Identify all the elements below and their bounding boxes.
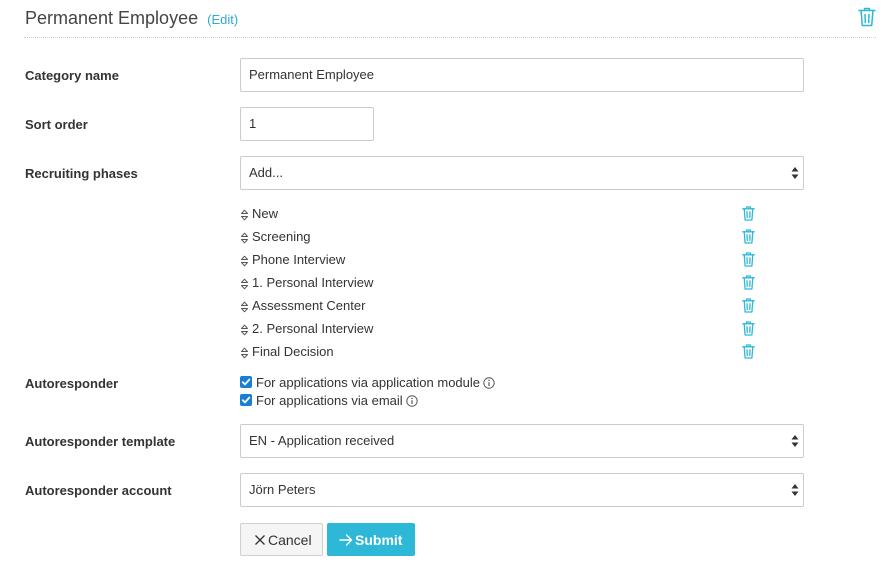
recruiting-phases-select[interactable]: Add... bbox=[240, 156, 804, 190]
phase-item[interactable]: Phone Interview bbox=[240, 251, 760, 271]
trash-icon[interactable] bbox=[742, 206, 755, 221]
autoresponder-template-label: Autoresponder template bbox=[25, 434, 176, 449]
info-icon[interactable] bbox=[405, 395, 418, 407]
sort-order-input[interactable]: 1 bbox=[240, 107, 374, 141]
phase-item-label: 2. Personal Interview bbox=[252, 321, 374, 336]
select-arrows-icon bbox=[791, 484, 799, 496]
autoresponder-template-value: EN - Application received bbox=[249, 433, 395, 448]
submit-button-label: Submit bbox=[355, 532, 403, 548]
trash-icon[interactable] bbox=[742, 298, 755, 313]
recruiting-phases-label: Recruiting phases bbox=[25, 166, 138, 181]
select-arrows-icon bbox=[791, 167, 799, 179]
select-arrows-icon bbox=[791, 435, 799, 447]
trash-icon[interactable] bbox=[742, 321, 755, 336]
phase-item[interactable]: Assessment Center bbox=[240, 297, 760, 317]
category-name-label: Category name bbox=[25, 68, 119, 83]
trash-icon[interactable] bbox=[742, 344, 755, 359]
checkbox-email-label: For applications via email bbox=[256, 393, 403, 408]
sort-grip-icon[interactable] bbox=[240, 278, 249, 290]
checkbox-email[interactable] bbox=[240, 394, 252, 406]
autoresponder-label: Autoresponder bbox=[25, 376, 119, 391]
phase-item[interactable]: Final Decision bbox=[240, 343, 760, 363]
sort-grip-icon[interactable] bbox=[240, 324, 249, 336]
autoresponder-template-select[interactable]: EN - Application received bbox=[240, 424, 804, 458]
autoresponder-account-select[interactable]: Jörn Peters bbox=[240, 473, 804, 507]
arrow-right-icon bbox=[339, 534, 353, 546]
info-icon[interactable] bbox=[483, 377, 495, 389]
submit-button[interactable]: Submit bbox=[327, 523, 415, 556]
cancel-button-label: Cancel bbox=[268, 532, 312, 548]
phase-item-label: Assessment Center bbox=[252, 298, 366, 313]
close-icon bbox=[255, 535, 265, 545]
recruiting-phases-select-value: Add... bbox=[249, 165, 283, 180]
page-header: Permanent Employee (Edit) bbox=[24, 0, 876, 38]
trash-icon[interactable] bbox=[742, 229, 755, 244]
phase-item[interactable]: 1. Personal Interview bbox=[240, 274, 760, 294]
sort-grip-icon[interactable] bbox=[240, 232, 249, 244]
phase-item-label: New bbox=[252, 206, 279, 221]
phase-item[interactable]: New bbox=[240, 205, 760, 225]
sort-grip-icon[interactable] bbox=[240, 301, 249, 313]
trash-icon[interactable] bbox=[858, 7, 876, 27]
page-title: Permanent Employee bbox=[25, 8, 199, 28]
phase-item[interactable]: Screening bbox=[240, 228, 760, 248]
cancel-button[interactable]: Cancel bbox=[240, 523, 323, 556]
checkbox-application-module[interactable] bbox=[240, 376, 252, 388]
autoresponder-account-value: Jörn Peters bbox=[249, 482, 316, 497]
checkbox-application-module-label: For applications via application module bbox=[256, 375, 481, 390]
trash-icon[interactable] bbox=[742, 252, 755, 267]
category-name-input[interactable]: Permanent Employee bbox=[240, 58, 804, 92]
sort-grip-icon[interactable] bbox=[240, 347, 249, 359]
phase-item-label: Final Decision bbox=[252, 344, 334, 359]
autoresponder-account-label: Autoresponder account bbox=[25, 483, 172, 498]
phase-item-label: Phone Interview bbox=[252, 252, 346, 267]
phase-item[interactable]: 2. Personal Interview bbox=[240, 320, 760, 340]
sort-grip-icon[interactable] bbox=[240, 209, 249, 221]
sort-grip-icon[interactable] bbox=[240, 255, 249, 267]
phase-item-label: 1. Personal Interview bbox=[252, 275, 374, 290]
phase-item-label: Screening bbox=[252, 229, 311, 244]
trash-icon[interactable] bbox=[742, 275, 755, 290]
sort-order-label: Sort order bbox=[25, 117, 88, 132]
edit-title-link[interactable]: (Edit) bbox=[207, 12, 238, 27]
